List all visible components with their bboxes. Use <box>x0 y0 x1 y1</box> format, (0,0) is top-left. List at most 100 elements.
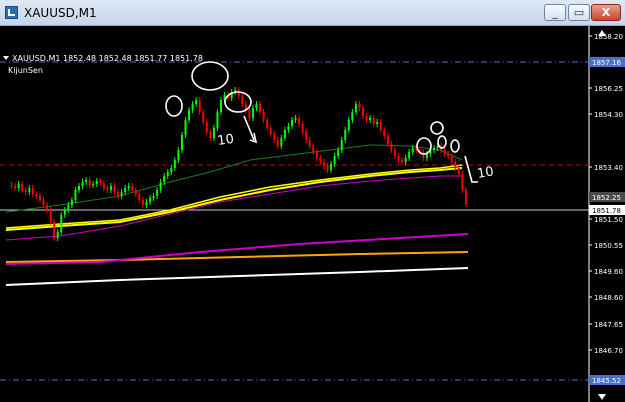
candle-body <box>294 118 297 120</box>
window-titlebar[interactable]: XAUUSD,M1 _ ▭ X <box>0 0 625 26</box>
candle-body <box>159 182 162 190</box>
candle-body <box>457 168 460 174</box>
lower-level-marker-label: 1845.52 <box>592 377 621 385</box>
candle-body <box>358 104 361 108</box>
candle-body <box>464 190 467 204</box>
candle-body <box>425 154 428 158</box>
candle-body <box>322 162 325 166</box>
price-axis-label: 1848.60 <box>594 294 623 302</box>
candle-body <box>354 104 357 112</box>
symbol-info: XAUUSD,M1 1852.48 1852.48 1851.77 1851.7… <box>3 54 203 63</box>
candle-body <box>397 156 400 160</box>
candle-body <box>262 112 265 120</box>
candle-body <box>340 140 343 150</box>
candle-body <box>170 168 173 172</box>
candle-body <box>283 130 286 138</box>
candle-body <box>273 134 276 140</box>
candle-body <box>312 146 315 152</box>
price-axis-label: 1854.30 <box>594 111 623 119</box>
candle-body <box>376 122 379 124</box>
candle-body <box>259 104 262 112</box>
candle-body <box>63 210 66 215</box>
candle-body <box>433 148 435 150</box>
candle-body <box>24 190 27 192</box>
candle-body <box>330 164 333 170</box>
candle-body <box>106 188 109 190</box>
candle-body <box>461 174 464 190</box>
candle-body <box>81 182 84 186</box>
price-axis-label: 1850.55 <box>594 242 623 250</box>
candle-body <box>180 135 183 150</box>
candle-body <box>205 122 208 132</box>
candle-body <box>120 192 123 196</box>
candle-body <box>269 128 272 134</box>
candle-body <box>298 118 301 124</box>
symbol-info-text: XAUUSD,M1 1852.48 1852.48 1851.77 1851.7… <box>12 54 203 63</box>
indicator-name: KijunSen <box>8 66 43 75</box>
candle-body <box>46 205 49 210</box>
candle-body <box>177 150 180 160</box>
candle-body <box>138 194 141 200</box>
candle-body <box>315 152 318 158</box>
candle-body <box>344 130 347 140</box>
candle-body <box>85 180 88 182</box>
candle-body <box>436 146 439 148</box>
candle-body <box>35 194 38 196</box>
candle-body <box>14 186 17 188</box>
candle-body <box>188 110 191 120</box>
candle-body <box>202 112 205 122</box>
candle-body <box>117 192 120 196</box>
price-axis-label: 1858.20 <box>594 33 623 41</box>
price-chart[interactable]: 10 10 1858.20 1856.25 1854.30 1853.40 1851.5… <box>0 26 625 402</box>
candle-body <box>38 196 41 200</box>
candle-body <box>53 222 56 238</box>
close-button[interactable]: X <box>591 4 621 21</box>
candle-body <box>255 104 258 108</box>
candle-body <box>369 118 372 120</box>
candle-body <box>280 138 283 146</box>
minimize-button[interactable]: _ <box>544 4 566 21</box>
collapse-triangle-icon[interactable] <box>3 56 9 60</box>
candle-body <box>393 150 396 156</box>
chart-canvas[interactable]: 10 10 1858.20 1856.25 1854.30 1853.40 1851.5… <box>0 26 625 402</box>
candle-body <box>191 104 194 110</box>
candle-body <box>21 184 24 190</box>
candle-body <box>28 188 31 192</box>
candle-body <box>17 184 20 188</box>
candle-body <box>362 108 364 116</box>
candle-body <box>248 110 251 118</box>
candle-body <box>266 120 269 128</box>
candle-body <box>152 196 155 198</box>
candle-body <box>337 150 340 156</box>
candle-body <box>443 150 446 154</box>
candle-body <box>60 215 63 232</box>
candle-body <box>134 190 137 194</box>
candle-body <box>220 100 222 112</box>
candle-body <box>333 156 336 164</box>
candle-body <box>56 232 59 238</box>
price-axis-label: 1853.40 <box>594 164 623 172</box>
candle-body <box>379 122 382 130</box>
candle-body <box>156 190 159 196</box>
candle-body <box>326 166 329 170</box>
candle-body <box>195 100 198 104</box>
price-axis-label: 1849.60 <box>594 268 623 276</box>
candle-body <box>401 160 404 162</box>
candle-body <box>237 90 240 96</box>
candle-body <box>95 181 98 184</box>
candle-body <box>390 144 393 150</box>
candle-body <box>166 172 169 176</box>
candle-body <box>184 120 187 135</box>
restore-button[interactable]: ▭ <box>568 4 590 21</box>
candle-body <box>454 162 457 168</box>
candle-body <box>422 152 425 158</box>
chart-window-icon <box>5 6 18 19</box>
price-axis-label: 1856.25 <box>594 85 623 93</box>
candle-body <box>113 186 116 192</box>
candle-body <box>149 198 151 202</box>
count-annotation-right: 10 <box>476 164 495 182</box>
candle-body <box>198 100 201 112</box>
candle-body <box>305 132 308 140</box>
candle-body <box>301 124 304 132</box>
current-price-marker-label: 1851.78 <box>592 207 621 215</box>
